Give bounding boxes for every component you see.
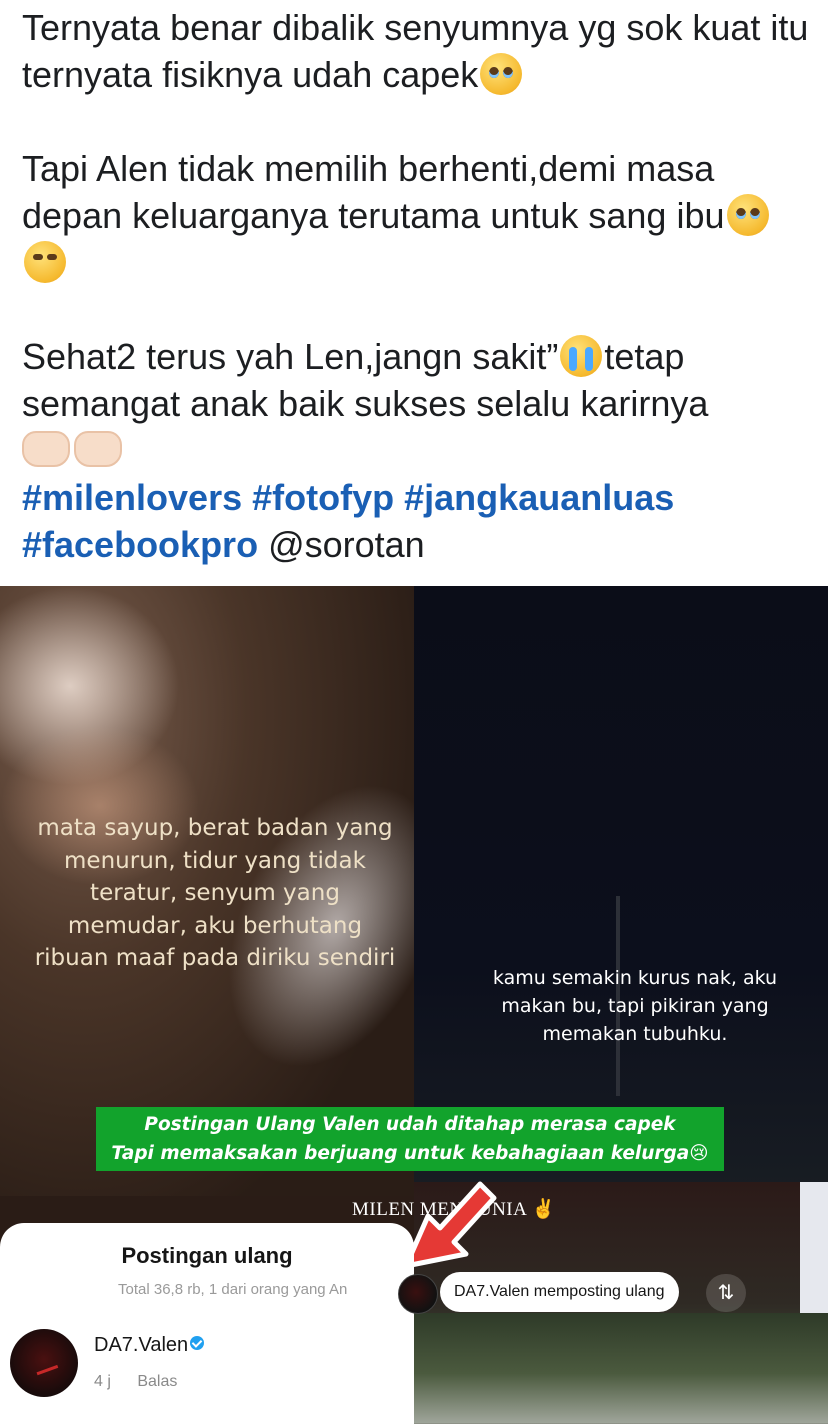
post-photo[interactable]: mata sayup, berat badan yang menurun, ti… bbox=[0, 586, 828, 1424]
hashtag-link[interactable]: #fotofyp bbox=[252, 477, 394, 518]
verified-badge-icon bbox=[190, 1336, 205, 1350]
raising-hands-icon bbox=[74, 431, 122, 467]
banner-line-2: Tapi memaksakan berjuang untuk kebahagia… bbox=[111, 1143, 690, 1164]
smiling-tear-icon bbox=[24, 241, 66, 283]
right-overlay-text: kamu semakin kurus nak, aku makan bu, ta… bbox=[492, 967, 778, 1045]
repost-pill[interactable]: DA7.Valen memposting ulang bbox=[440, 1272, 679, 1312]
pleading-face-icon: 😢 bbox=[689, 1143, 709, 1164]
caption-paragraph-3a: Sehat2 terus yah Len,jangn sakit” bbox=[22, 336, 559, 377]
hashtag-link[interactable]: #facebookpro bbox=[22, 524, 258, 565]
repost-panel-title: Postingan ulang bbox=[121, 1243, 293, 1268]
frame-edge bbox=[800, 1182, 828, 1332]
repost-icon[interactable]: ⇅ bbox=[706, 1274, 746, 1312]
heart-hands-icon bbox=[22, 431, 70, 467]
avatar[interactable] bbox=[10, 1329, 78, 1397]
repost-panel-subtitle: Total 36,8 rb, 1 dari orang yang An bbox=[118, 1281, 348, 1298]
repost-time: 4 j bbox=[94, 1373, 111, 1390]
username-label: DA7.Valen bbox=[94, 1334, 189, 1356]
loudly-crying-icon bbox=[560, 335, 603, 377]
reply-button[interactable]: Balas bbox=[137, 1373, 177, 1390]
green-banner: Postingan Ulang Valen udah ditahap meras… bbox=[96, 1107, 724, 1171]
pleading-face-icon bbox=[480, 53, 523, 95]
pleading-face-icon bbox=[726, 194, 769, 236]
repost-panel: Postingan ulang Total 36,8 rb, 1 dari or… bbox=[0, 1223, 414, 1424]
hashtag-link[interactable]: #milenlovers bbox=[22, 477, 242, 518]
banner-line-1: Postingan Ulang Valen udah ditahap meras… bbox=[144, 1114, 676, 1135]
repost-username[interactable]: DA7.Valen bbox=[94, 1334, 205, 1357]
left-overlay-text: mata sayup, berat badan yang menurun, ti… bbox=[34, 815, 396, 971]
post-caption: Ternyata benar dibalik senyumnya yg sok … bbox=[22, 4, 812, 568]
caption-paragraph-2: Tapi Alen tidak memilih berhenti,demi ma… bbox=[22, 148, 725, 236]
hashtag-link[interactable]: #jangkauanluas bbox=[404, 477, 674, 518]
lower-photo-strip bbox=[414, 1313, 828, 1423]
mention-link[interactable]: @sorotan bbox=[268, 524, 425, 565]
caption-paragraph-1: Ternyata benar dibalik senyumnya yg sok … bbox=[22, 7, 809, 95]
repost-meta: 4 j Balas bbox=[94, 1373, 177, 1391]
avatar[interactable] bbox=[398, 1274, 438, 1314]
rock-hand-icon: ✌ bbox=[531, 1199, 556, 1220]
